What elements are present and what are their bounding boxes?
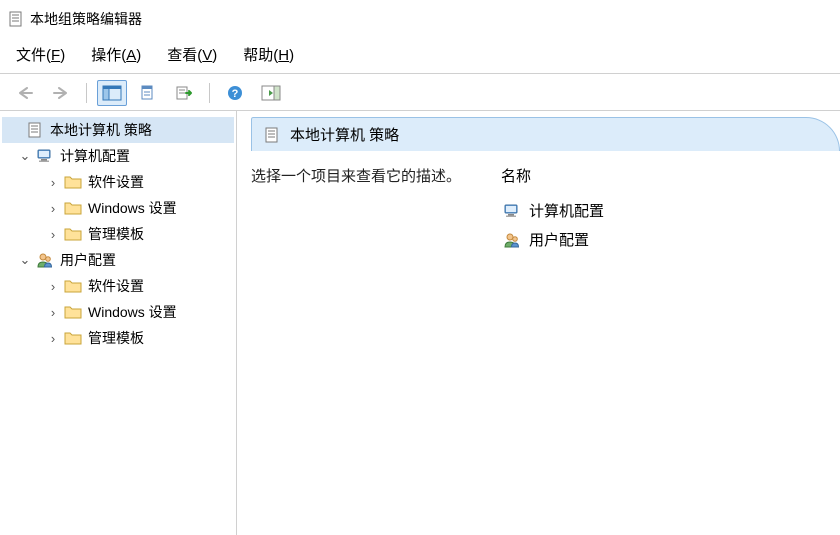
tree-root-label: 本地计算机 策略 xyxy=(48,120,154,140)
toolbar: ? xyxy=(0,76,840,110)
list-item-label: 用户配置 xyxy=(529,229,589,250)
forward-button[interactable] xyxy=(46,80,76,106)
chevron-right-icon[interactable]: › xyxy=(46,279,60,294)
list-item-user-config[interactable]: 用户配置 xyxy=(501,225,701,254)
folder-icon xyxy=(64,329,82,347)
tree-user-admin[interactable]: › 管理模板 xyxy=(2,325,234,351)
tree-label: 管理模板 xyxy=(86,224,146,244)
user-icon xyxy=(503,231,521,249)
tree-computer-windows[interactable]: › Windows 设置 xyxy=(2,195,234,221)
list-item-computer-config[interactable]: 计算机配置 xyxy=(501,196,701,225)
tree-computer-software[interactable]: › 软件设置 xyxy=(2,169,234,195)
chevron-right-icon[interactable]: › xyxy=(46,331,60,346)
tree-label: Windows 设置 xyxy=(86,198,179,218)
content-header-title: 本地计算机 策略 xyxy=(290,124,399,145)
menu-help[interactable]: 帮助(H) xyxy=(239,42,298,67)
tree-label: 管理模板 xyxy=(86,328,146,348)
menu-view[interactable]: 查看(V) xyxy=(163,42,221,67)
content-pane: 本地计算机 策略 选择一个项目来查看它的描述。 名称 计算机配置 xyxy=(237,111,840,535)
folder-icon xyxy=(64,199,82,217)
tree-label: 用户配置 xyxy=(58,250,118,270)
tree-user-config[interactable]: ⌄ 用户配置 xyxy=(2,247,234,273)
policy-icon xyxy=(26,121,44,139)
tree-label: 软件设置 xyxy=(86,172,146,192)
menu-bar: 文件(F) 操作(A) 查看(V) 帮助(H) xyxy=(0,38,840,71)
list-item-label: 计算机配置 xyxy=(529,200,604,221)
tree-root[interactable]: 本地计算机 策略 xyxy=(2,117,234,143)
export-list-button[interactable] xyxy=(169,80,199,106)
list-column: 名称 计算机配置 用户配置 xyxy=(501,165,701,527)
divider xyxy=(0,73,840,74)
toolbar-separator xyxy=(86,83,87,103)
policy-icon xyxy=(264,127,280,143)
folder-icon xyxy=(64,225,82,243)
menu-action[interactable]: 操作(A) xyxy=(87,42,145,67)
tree-label: 计算机配置 xyxy=(58,146,132,166)
tree-label: 软件设置 xyxy=(86,276,146,296)
tree-computer-config[interactable]: ⌄ 计算机配置 xyxy=(2,143,234,169)
folder-icon xyxy=(64,303,82,321)
chevron-right-icon[interactable]: › xyxy=(46,175,60,190)
show-hide-tree-button[interactable] xyxy=(97,80,127,106)
description-text: 选择一个项目来查看它的描述。 xyxy=(251,165,461,527)
properties-button[interactable] xyxy=(133,80,163,106)
tree-user-windows[interactable]: › Windows 设置 xyxy=(2,299,234,325)
tree-label: Windows 设置 xyxy=(86,302,179,322)
tree-view[interactable]: 本地计算机 策略 ⌄ 计算机配置 › 软件设置 › xyxy=(0,111,237,535)
chevron-right-icon[interactable]: › xyxy=(46,227,60,242)
tree-computer-admin[interactable]: › 管理模板 xyxy=(2,221,234,247)
computer-icon xyxy=(503,202,521,220)
content-body: 选择一个项目来查看它的描述。 名称 计算机配置 用户配置 xyxy=(237,151,840,535)
chevron-right-icon[interactable]: › xyxy=(46,201,60,216)
show-hide-action-pane-button[interactable] xyxy=(256,80,286,106)
body-split: 本地计算机 策略 ⌄ 计算机配置 › 软件设置 › xyxy=(0,110,840,535)
window-title: 本地组策略编辑器 xyxy=(30,9,142,29)
chevron-right-icon[interactable]: › xyxy=(46,305,60,320)
folder-icon xyxy=(64,173,82,191)
column-header-name[interactable]: 名称 xyxy=(501,165,701,186)
help-button[interactable]: ? xyxy=(220,80,250,106)
computer-icon xyxy=(36,147,54,165)
chevron-down-icon[interactable]: ⌄ xyxy=(18,148,32,164)
folder-icon xyxy=(64,277,82,295)
svg-text:?: ? xyxy=(232,88,239,100)
gpedit-window: 本地组策略编辑器 文件(F) 操作(A) 查看(V) 帮助(H) ? xyxy=(0,0,840,535)
back-button[interactable] xyxy=(10,80,40,106)
app-icon xyxy=(8,11,24,27)
user-icon xyxy=(36,251,54,269)
content-header: 本地计算机 策略 xyxy=(251,117,840,151)
menu-file[interactable]: 文件(F) xyxy=(12,42,69,67)
title-bar: 本地组策略编辑器 xyxy=(0,0,840,38)
chevron-down-icon[interactable]: ⌄ xyxy=(18,252,32,268)
tree-user-software[interactable]: › 软件设置 xyxy=(2,273,234,299)
toolbar-separator xyxy=(209,83,210,103)
